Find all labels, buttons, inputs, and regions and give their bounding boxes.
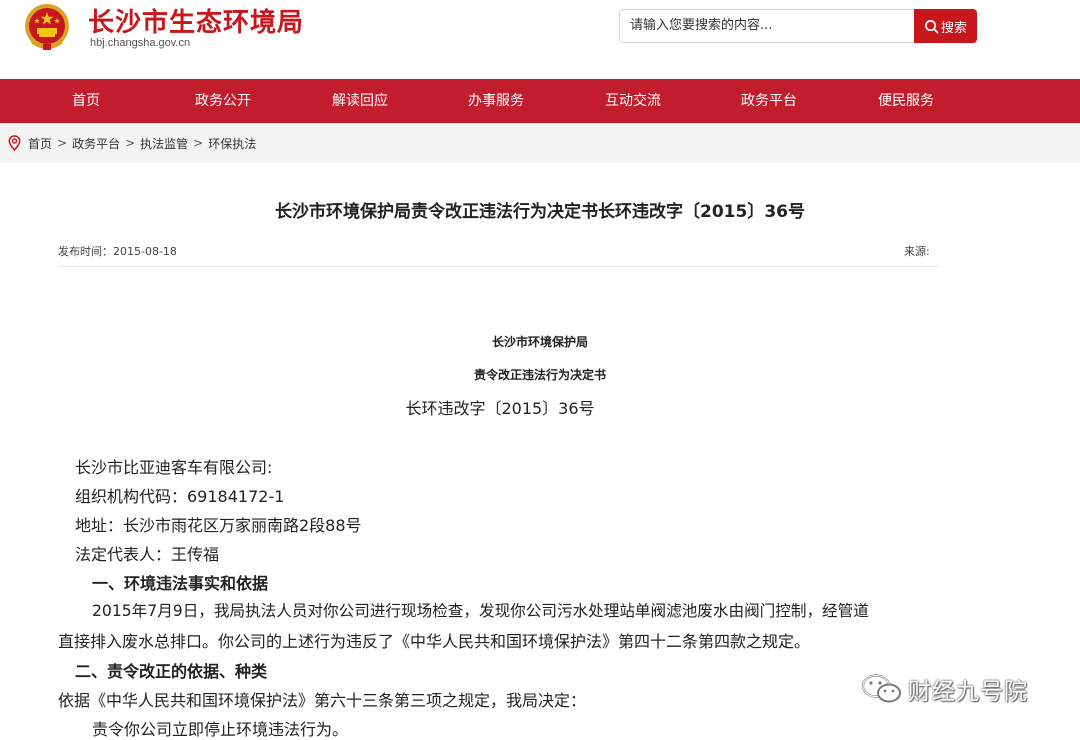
document-type: 责令改正违法行为决定书 (473, 368, 606, 382)
site-header: 长沙市生态环境局 hbj.changsha.gov.cn 搜索 (0, 0, 1080, 79)
nav-item-government-affairs[interactable]: 政务公开 (168, 79, 278, 123)
breadcrumb-bar: 首页 > 政务平台 > 执法监管 > 环保执法 (0, 123, 1080, 163)
body-paragraph-line: 直接排入废水总排口。你公司的上述行为违反了《中华人民共和国环境保护法》第四十二条… (58, 632, 811, 651)
nav-item-platform[interactable]: 政务平台 (714, 79, 824, 123)
search-icon (925, 19, 939, 33)
watermark: 财经九号院 (860, 672, 1028, 706)
article-source: 来源: (904, 245, 930, 258)
body-addressee: 长沙市比亚迪客车有限公司: (75, 458, 273, 477)
main-nav: 首页 政务公开 解读回应 办事服务 互动交流 政务平台 便民服务 (0, 79, 1080, 123)
breadcrumb-platform[interactable]: 政务平台 (72, 135, 120, 152)
breadcrumb: 首页 > 政务平台 > 执法监管 > 环保执法 (8, 123, 256, 163)
search-input[interactable] (619, 9, 915, 43)
breadcrumb-enforcement[interactable]: 执法监管 (140, 135, 188, 152)
breadcrumb-separator: > (125, 136, 136, 150)
body-paragraph-line: 责令你公司立即停止环境违法行为。 (92, 720, 349, 739)
body-paragraph-line: 依据《中华人民共和国环境保护法》第六十三条第三项之规定，我局决定： (58, 691, 587, 710)
breadcrumb-home[interactable]: 首页 (28, 135, 52, 152)
watermark-text: 财经九号院 (908, 679, 1028, 705)
breadcrumb-separator: > (57, 136, 68, 150)
site-url: hbj.changsha.gov.cn (90, 37, 191, 49)
site-title[interactable]: 长沙市生态环境局 (88, 2, 304, 39)
national-emblem-icon[interactable] (22, 2, 72, 52)
body-address: 地址：长沙市雨花区万家丽南路2段88号 (75, 516, 362, 535)
body-legal-rep: 法定代表人：王传福 (75, 545, 220, 564)
nav-item-interaction[interactable]: 互动交流 (578, 79, 688, 123)
breadcrumb-env-enforcement[interactable]: 环保执法 (208, 135, 256, 152)
breadcrumb-separator: > (193, 136, 204, 150)
divider (58, 266, 938, 267)
nav-item-services[interactable]: 办事服务 (441, 79, 551, 123)
wechat-icon (861, 674, 901, 703)
location-pin-icon (8, 135, 21, 151)
body-org-code: 组织机构代码：69184172-1 (75, 487, 285, 506)
publish-time: 发布时间：2015-08-18 (58, 245, 177, 258)
section-heading-1: 一、环境违法事实和依据 (92, 574, 269, 593)
search-button-label: 搜索 (940, 20, 967, 36)
article-title: 长沙市环境保护局责令改正违法行为决定书长环违改字〔2015〕36号 (275, 202, 805, 222)
nav-item-public-services[interactable]: 便民服务 (851, 79, 961, 123)
search-button[interactable]: 搜索 (914, 9, 977, 43)
nav-item-interpretation[interactable]: 解读回应 (305, 79, 415, 123)
nav-item-home[interactable]: 首页 (31, 79, 141, 123)
body-paragraph-line: 2015年7月9日，我局执法人员对你公司进行现场检查，发现你公司污水处理站单阀滤… (92, 602, 869, 620)
document-issuer: 长沙市环境保护局 (491, 335, 588, 349)
document-number: 长环违改字〔2015〕36号 (405, 399, 595, 418)
section-heading-2: 二、责令改正的依据、种类 (75, 662, 268, 681)
